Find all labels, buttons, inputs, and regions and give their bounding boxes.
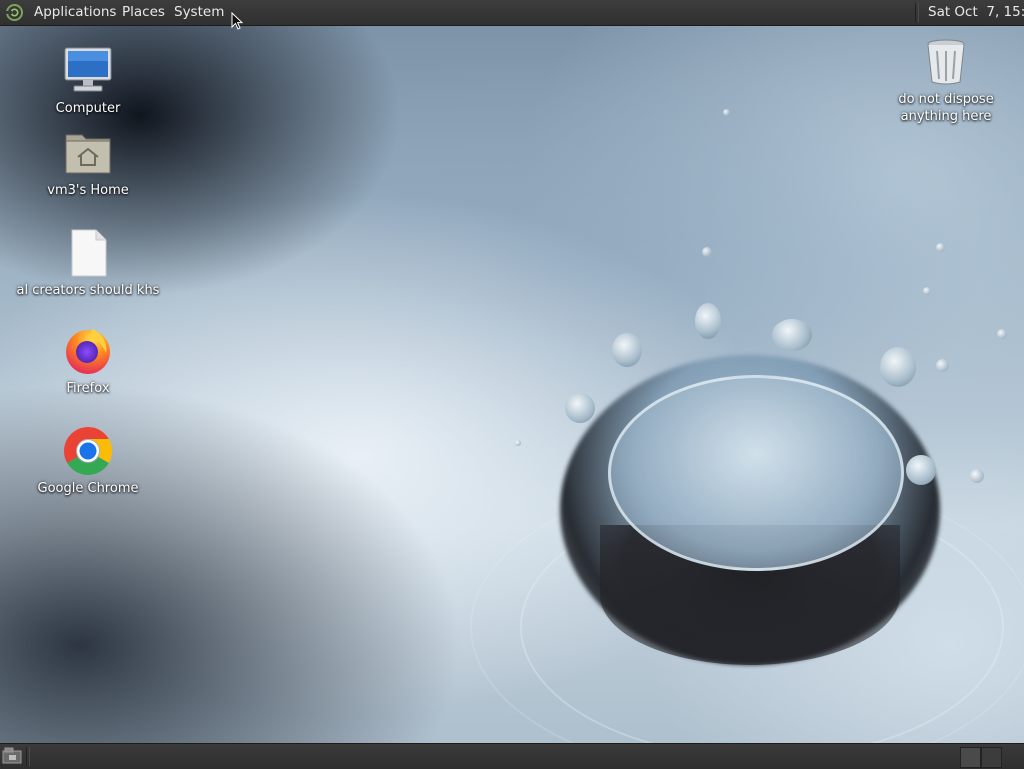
distro-logo-icon[interactable] xyxy=(6,4,23,21)
water-droplet xyxy=(936,359,949,372)
water-droplet xyxy=(923,287,931,295)
workspace-1[interactable] xyxy=(960,747,981,768)
home-folder-icon xyxy=(62,127,114,179)
panel-separator xyxy=(26,747,30,766)
computer-icon xyxy=(62,45,114,97)
wallpaper-splash-inner xyxy=(608,375,904,571)
top-panel: Applications Places System Sat Oct 7, 15… xyxy=(0,0,1024,26)
menu-applications[interactable]: Applications xyxy=(32,4,118,21)
text-file-icon xyxy=(62,227,114,279)
firefox-icon xyxy=(62,325,114,377)
desktop-icon-label: Google Chrome xyxy=(37,481,139,496)
desktop-icon-text-file[interactable]: al creators should khs xyxy=(13,227,163,299)
water-droplet xyxy=(515,440,521,446)
desktop-icon-label: vm3's Home xyxy=(47,183,129,198)
panel-separator xyxy=(915,3,919,22)
desktop-icon-home[interactable]: vm3's Home xyxy=(13,127,163,199)
desktop-icon-label: al creators should khs xyxy=(16,283,160,298)
trash-icon xyxy=(920,36,972,88)
splash-crown-drop xyxy=(612,333,642,367)
show-desktop-icon[interactable] xyxy=(2,747,22,765)
workspace-2[interactable] xyxy=(981,747,1002,768)
chrome-icon xyxy=(62,425,114,477)
desktop-icon-chrome[interactable]: Google Chrome xyxy=(13,425,163,497)
water-droplet xyxy=(997,329,1007,339)
splash-crown-drop xyxy=(906,455,936,485)
desktop-icon-label: Firefox xyxy=(66,381,110,396)
splash-crown-drop xyxy=(880,347,916,387)
desktop-icon-firefox[interactable]: Firefox xyxy=(13,325,163,397)
splash-crown-drop xyxy=(695,303,721,339)
water-droplet xyxy=(936,243,945,252)
desktop-icon-trash[interactable]: do not dispose anything here xyxy=(871,36,1021,125)
splash-crown-drop xyxy=(772,319,812,351)
bottom-panel xyxy=(0,743,1024,769)
trash-label: do not dispose anything here xyxy=(898,92,994,124)
clock[interactable]: Sat Oct 7, 15:14 xyxy=(928,4,1024,21)
mouse-pointer-icon xyxy=(231,12,243,30)
splash-crown-drop xyxy=(565,393,595,423)
menu-system[interactable]: System xyxy=(172,4,226,21)
menu-places[interactable]: Places xyxy=(120,4,167,21)
desktop-icon-computer[interactable]: Computer xyxy=(13,45,163,117)
desktop-icon-label: Computer xyxy=(55,101,121,116)
water-droplet xyxy=(702,247,712,257)
water-droplet xyxy=(723,109,730,116)
water-droplet xyxy=(970,469,984,483)
